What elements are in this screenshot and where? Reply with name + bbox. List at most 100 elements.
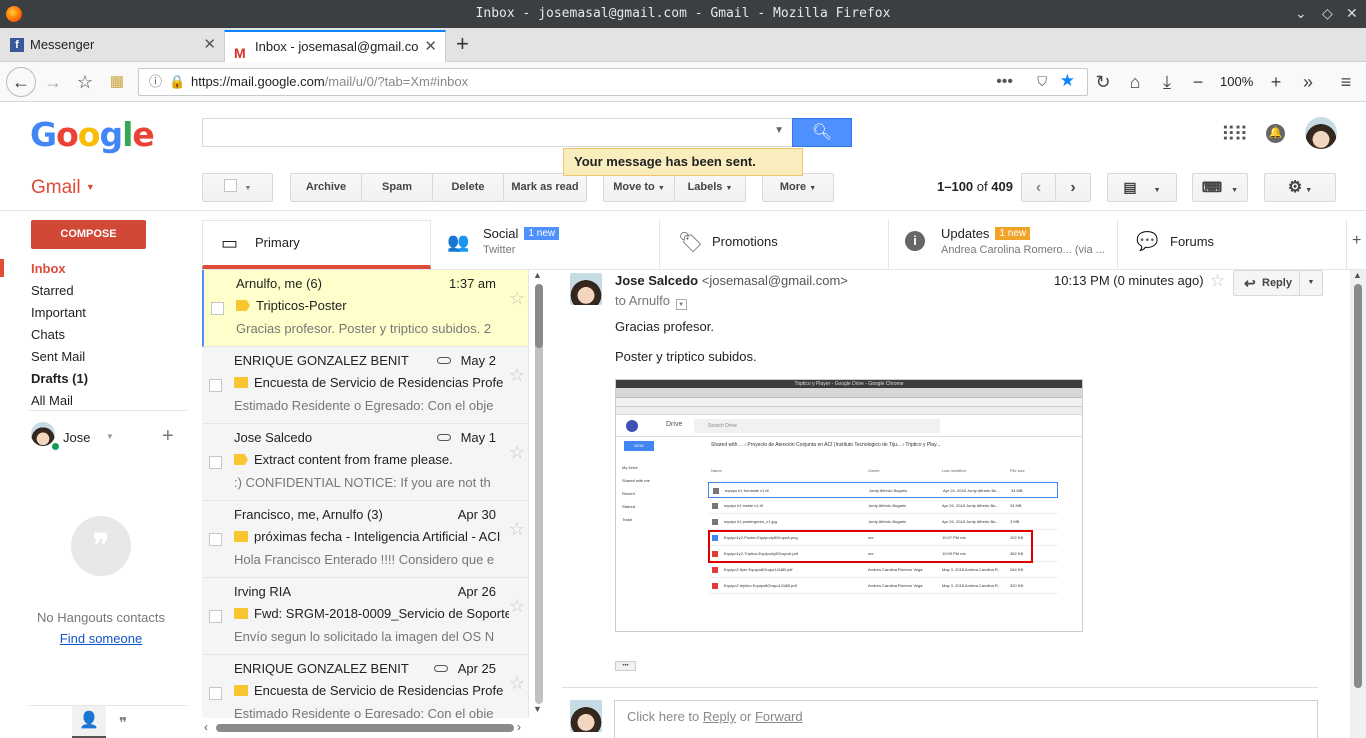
notifications-bell-icon[interactable]: 🔔	[1266, 124, 1285, 143]
zoom-in-icon[interactable]: +	[1264, 70, 1288, 94]
overflow-chevron-icon[interactable]: »	[1296, 70, 1320, 94]
nav-sent-mail[interactable]: Sent Mail	[31, 349, 85, 364]
row-checkbox[interactable]	[209, 456, 222, 469]
tab-forums[interactable]: 💬 Forums	[1118, 220, 1347, 269]
list-item[interactable]: ENRIQUE GONZALEZ BENIT May 2 Encuesta de…	[202, 347, 528, 424]
row-checkbox[interactable]	[209, 610, 222, 623]
star-icon[interactable]: ☆	[509, 596, 525, 617]
row-checkbox[interactable]	[209, 533, 222, 546]
account-avatar[interactable]	[1305, 117, 1337, 149]
row-checkbox[interactable]	[211, 302, 224, 315]
important-marker-icon[interactable]	[236, 300, 250, 311]
hangouts-tab-icon[interactable]: ❞	[119, 714, 127, 732]
list-item[interactable]: Jose Salcedo May 1 Extract content from …	[202, 424, 528, 501]
scroll-thumb[interactable]	[1354, 284, 1362, 688]
zoom-level[interactable]: 100%	[1220, 74, 1253, 89]
star-icon[interactable]: ☆	[509, 365, 525, 386]
select-all-checkbox[interactable]: ▼	[202, 173, 273, 202]
list-item[interactable]: Irving RIA Apr 26 Fwd: SRGM-2018-0009_Se…	[202, 578, 528, 655]
star-icon[interactable]: ☆	[509, 288, 525, 309]
scroll-up-icon[interactable]: ▲	[1353, 270, 1362, 280]
compose-button[interactable]: COMPOSE	[31, 220, 146, 249]
star-icon[interactable]: ☆	[509, 442, 525, 463]
labels-button[interactable]: Labels ▼	[674, 173, 746, 202]
move-to-button[interactable]: Move to ▼	[603, 173, 675, 202]
menu-hamburger-icon[interactable]: ≡	[1334, 70, 1358, 94]
input-tools-button[interactable]: ⌨ ▼	[1192, 173, 1248, 202]
chevron-down-icon[interactable]: ▼	[106, 432, 114, 441]
apps-grid-icon[interactable]: ⠿⠿	[1221, 122, 1248, 147]
more-actions-button[interactable]: ▼	[1299, 270, 1323, 296]
scroll-left-icon[interactable]: ‹	[204, 720, 208, 734]
list-scrollbar[interactable]: ▲ ▼	[529, 270, 547, 718]
details-dropdown-icon[interactable]: ▼	[675, 299, 687, 310]
list-item[interactable]: Francisco, me, Arnulfo (3) Apr 30 próxim…	[202, 501, 528, 578]
hscroll-thumb[interactable]	[216, 724, 514, 732]
list-hscrollbar[interactable]: ‹ ›	[202, 718, 527, 738]
tab-social[interactable]: 👥 Social 1 new Twitter	[431, 220, 660, 269]
search-button[interactable]: 🔍︎	[792, 118, 852, 147]
downloads-icon[interactable]: ⤓	[1155, 70, 1179, 94]
star-icon[interactable]: ☆	[1210, 271, 1225, 291]
delete-button[interactable]: Delete	[432, 173, 504, 202]
row-checkbox[interactable]	[209, 687, 222, 700]
scroll-right-icon[interactable]: ›	[517, 720, 521, 734]
star-icon[interactable]: ☆	[509, 673, 525, 694]
inline-screenshot-image[interactable]: Triptico y Player - Google Drive - Googl…	[615, 379, 1083, 632]
find-someone-link[interactable]: Find someone	[0, 631, 202, 646]
reload-icon[interactable]: ↻	[1091, 70, 1115, 94]
back-icon[interactable]: ←	[6, 67, 36, 97]
hangouts-user-name[interactable]: Jose	[63, 430, 90, 445]
nav-all-mail[interactable]: All Mail	[31, 393, 73, 408]
app-switcher[interactable]: Gmail ▼	[31, 177, 95, 199]
list-item[interactable]: Arnulfo, me (6) 1:37 am Tripticos-Poster…	[202, 270, 528, 347]
tab-updates[interactable]: i Updates 1 new Andrea Carolina Romero...…	[889, 220, 1118, 269]
forward-link[interactable]: Forward	[755, 709, 803, 724]
tab-primary[interactable]: ▭ Primary	[202, 220, 431, 269]
pocket-icon[interactable]: ⛉	[1037, 69, 1047, 95]
newer-button[interactable]: ‹	[1021, 173, 1056, 202]
nav-inbox[interactable]: Inbox	[31, 261, 66, 276]
mark-as-read-button[interactable]: Mark as read	[503, 173, 587, 202]
list-item[interactable]: ENRIQUE GONZALEZ BENIT Apr 25 Encuesta d…	[202, 655, 528, 718]
tab-gmail-inbox[interactable]: M Inbox - josemasal@gmail.co ✕	[224, 30, 446, 62]
pocket-save-icon[interactable]: ☆	[73, 70, 97, 94]
info-icon[interactable]: ⓘ	[149, 69, 162, 95]
add-contact-icon[interactable]: +	[162, 425, 174, 448]
nav-starred[interactable]: Starred	[31, 283, 74, 298]
bookmark-star-icon[interactable]: ★	[1060, 68, 1075, 94]
nav-important[interactable]: Important	[31, 305, 86, 320]
not-important-marker-icon[interactable]	[234, 685, 248, 696]
sender-avatar[interactable]	[570, 273, 602, 305]
star-icon[interactable]: ☆	[509, 519, 525, 540]
nav-drafts[interactable]: Drafts (1)	[31, 371, 88, 386]
extension-icon[interactable]: ▦	[105, 70, 129, 94]
scroll-down-icon[interactable]: ▼	[533, 704, 542, 714]
page-actions-icon[interactable]: •••	[996, 69, 1013, 95]
scroll-thumb-active[interactable]	[535, 284, 543, 348]
google-logo[interactable]: Google	[30, 115, 155, 154]
not-important-marker-icon[interactable]	[234, 608, 248, 619]
close-tab-icon[interactable]: ✕	[203, 30, 216, 60]
close-tab-icon[interactable]: ✕	[424, 32, 437, 62]
archive-button[interactable]: Archive	[290, 173, 362, 202]
show-trimmed-content-button[interactable]: •••	[615, 661, 636, 671]
older-button[interactable]: ›	[1055, 173, 1091, 202]
row-checkbox[interactable]	[209, 379, 222, 392]
tab-messenger[interactable]: f Messenger ✕	[0, 30, 224, 62]
not-important-marker-icon[interactable]	[234, 377, 248, 388]
search-input[interactable]: ▼	[202, 118, 792, 147]
search-options-icon[interactable]: ▼	[774, 125, 784, 136]
reply-link[interactable]: Reply	[703, 709, 736, 724]
contacts-tab-icon[interactable]: 👤	[72, 706, 106, 738]
url-bar[interactable]: ⓘ 🔒 https://mail.google.com/mail/u/0/?ta…	[138, 68, 1088, 96]
forward-icon[interactable]: →	[41, 70, 65, 94]
reading-scrollbar[interactable]: ▲	[1350, 270, 1366, 738]
scroll-up-icon[interactable]: ▲	[533, 270, 542, 280]
close-window-icon[interactable]: ✕	[1346, 0, 1358, 28]
more-button[interactable]: More ▼	[762, 173, 834, 202]
add-category-icon[interactable]: +	[1352, 232, 1361, 250]
tab-promotions[interactable]: 🏷 Promotions	[660, 220, 889, 269]
minimize-icon[interactable]: ⌄	[1295, 0, 1307, 28]
settings-button[interactable]: ⚙ ▼	[1264, 173, 1336, 202]
